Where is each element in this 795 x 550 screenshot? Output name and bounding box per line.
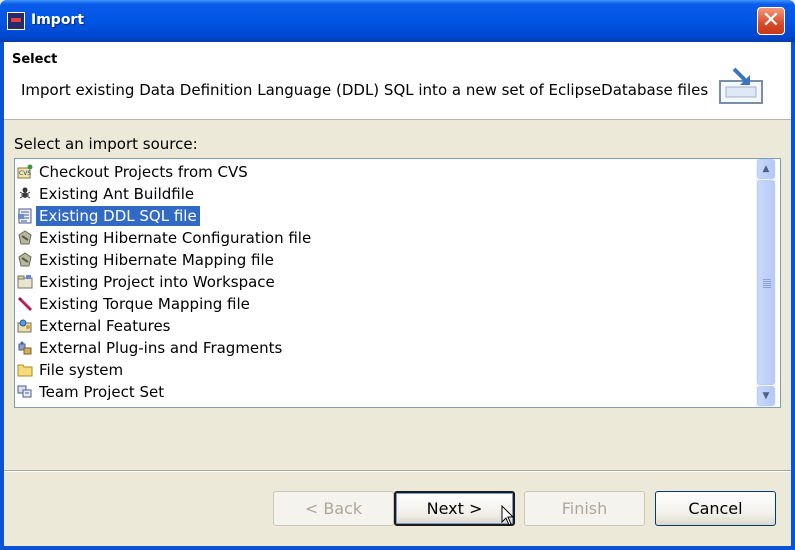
ddl-icon bbox=[18, 208, 32, 224]
list-item-label: Existing Ant Buildfile bbox=[39, 185, 195, 203]
dialog-body: Select Import existing Data Definition L… bbox=[4, 42, 791, 546]
scroll-thumb[interactable] bbox=[757, 180, 775, 385]
page-description: Import existing Data Definition Language… bbox=[21, 81, 709, 99]
back-button[interactable]: < Back bbox=[273, 491, 394, 526]
page-title: Select bbox=[12, 52, 58, 67]
list-item-label: Existing Project into Workspace bbox=[39, 273, 275, 291]
cvs-icon: CVS bbox=[17, 164, 33, 179]
scroll-grip-icon bbox=[763, 279, 771, 288]
list-item-label: Team Project Set bbox=[39, 383, 165, 401]
list-scrollbar[interactable]: ▲ ▼ bbox=[756, 159, 776, 407]
list-item-label: Existing Hibernate Mapping file bbox=[39, 251, 274, 269]
window-title: Import bbox=[31, 12, 85, 28]
plugins-icon bbox=[18, 341, 32, 355]
button-separator bbox=[4, 470, 791, 472]
next-button[interactable]: Next > bbox=[394, 491, 515, 526]
wizard-header: Select Import existing Data Definition L… bbox=[4, 42, 791, 120]
import-wizard-icon bbox=[719, 67, 763, 104]
list-item-label: Existing DDL SQL file bbox=[36, 206, 200, 226]
team-icon bbox=[17, 385, 32, 398]
import-source-label: Select an import source: bbox=[14, 135, 198, 153]
list-item-label: File system bbox=[39, 361, 124, 379]
svg-text:CVS: CVS bbox=[19, 170, 31, 177]
list-item-label: External Features bbox=[39, 317, 171, 335]
cancel-button[interactable]: Cancel bbox=[655, 491, 776, 526]
scroll-down-button[interactable]: ▼ bbox=[757, 386, 775, 406]
finish-button[interactable]: Finish bbox=[524, 491, 645, 526]
eclipse-window-icon bbox=[7, 12, 25, 30]
import-source-list[interactable]: CVS Checkout Projects from CVS Existing … bbox=[14, 158, 781, 408]
list-item-label: Existing Hibernate Configuration file bbox=[39, 229, 312, 247]
features-icon bbox=[17, 319, 32, 333]
import-dialog: Import ✕ Select Import existing Data Def… bbox=[0, 0, 795, 550]
list-item-label: External Plug-ins and Fragments bbox=[39, 339, 283, 357]
title-bar[interactable]: Import ✕ bbox=[0, 0, 795, 42]
hibernate-icon bbox=[18, 252, 32, 267]
list-item-label: Checkout Projects from CVS bbox=[39, 163, 248, 181]
torque-icon bbox=[17, 296, 33, 312]
hibernate-icon bbox=[18, 230, 32, 245]
mouse-cursor-icon bbox=[501, 505, 515, 526]
project-icon bbox=[17, 275, 33, 289]
folder-icon bbox=[17, 364, 33, 377]
list-item-label: Existing Torque Mapping file bbox=[39, 295, 250, 313]
close-button[interactable]: ✕ bbox=[757, 7, 785, 35]
ant-icon bbox=[19, 187, 31, 199]
scroll-up-button[interactable]: ▲ bbox=[757, 159, 775, 179]
